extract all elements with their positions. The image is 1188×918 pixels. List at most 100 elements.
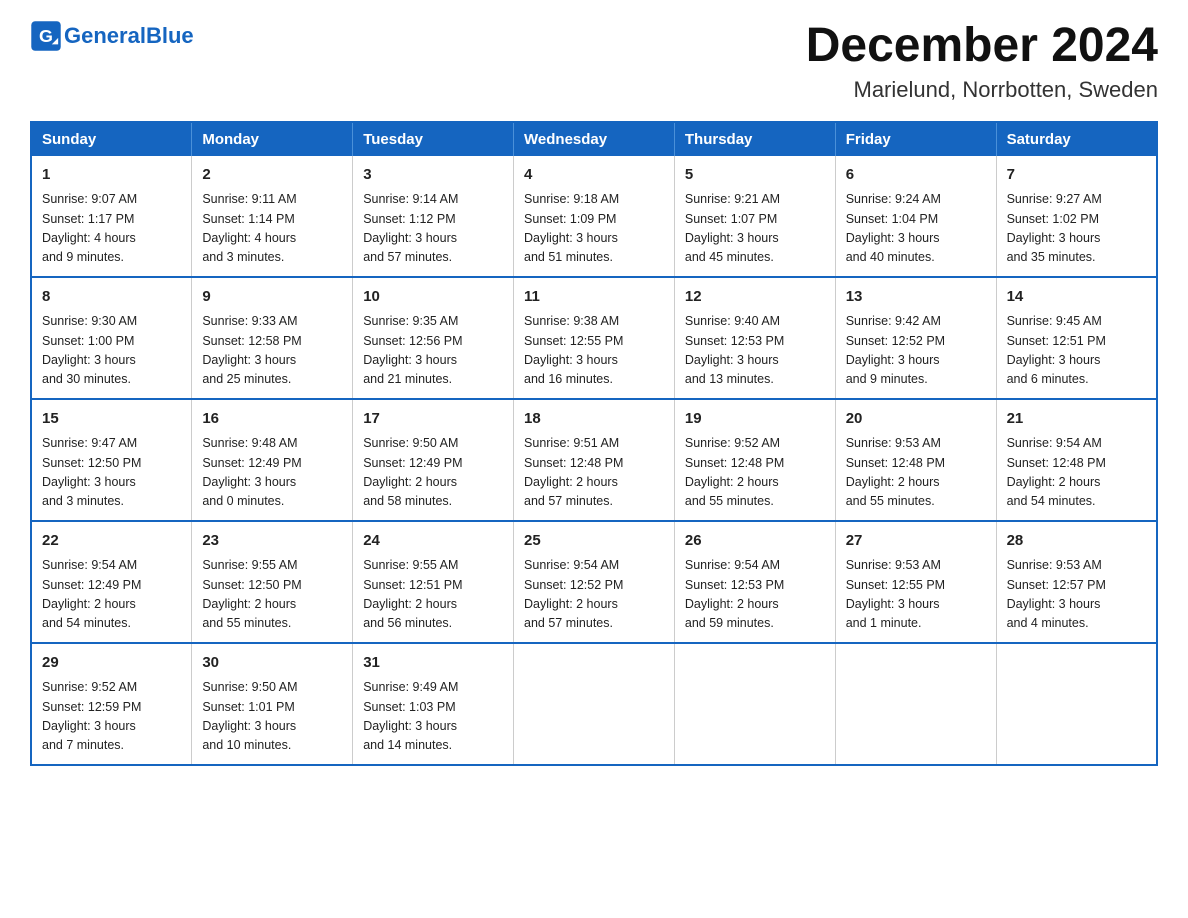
day-cell: 16 Sunrise: 9:48 AM Sunset: 12:49 PM Dayl… <box>192 399 353 521</box>
header: G GeneralBlue December 2024 Marielund, N… <box>30 20 1158 103</box>
day-number: 31 <box>363 652 503 675</box>
week-row-3: 15Sunrise: 9:47 AM Sunset: 12:50 PM Dayl… <box>31 399 1157 521</box>
header-cell-wednesday: Wednesday <box>514 122 675 156</box>
day-info: Sunrise: 9:54 AM Sunset: 12:52 PM Daylig… <box>524 556 664 634</box>
calendar-header: SundayMondayTuesdayWednesdayThursdayFrid… <box>31 122 1157 156</box>
day-info: Sunrise: 9:33 AM Sunset: 12:58 PM Daylig… <box>202 312 342 390</box>
day-cell: 4 Sunrise: 9:18 AM Sunset: 1:09 PM Daylig… <box>514 156 675 277</box>
day-info: Sunrise: 9:53 AM Sunset: 12:55 PM Daylig… <box>846 556 986 634</box>
day-cell: 10Sunrise: 9:35 AM Sunset: 12:56 PM Dayl… <box>353 277 514 399</box>
day-number: 26 <box>685 530 825 553</box>
day-cell: 12 Sunrise: 9:40 AM Sunset: 12:53 PM Dayl… <box>674 277 835 399</box>
day-cell: 21Sunrise: 9:54 AM Sunset: 12:48 PM Dayl… <box>996 399 1157 521</box>
day-info: Sunrise: 9:14 AM Sunset: 1:12 PM Dayligh… <box>363 190 503 268</box>
day-info: Sunrise: 9:52 AM Sunset: 12:48 PM Daylig… <box>685 434 825 512</box>
day-cell: 26 Sunrise: 9:54 AM Sunset: 12:53 PM Dayl… <box>674 521 835 643</box>
day-info: Sunrise: 9:49 AM Sunset: 1:03 PM Dayligh… <box>363 678 503 756</box>
day-cell: 22 Sunrise: 9:54 AM Sunset: 12:49 PM Dayl… <box>31 521 192 643</box>
logo-blue: Blue <box>146 23 194 48</box>
calendar-body: 1 Sunrise: 9:07 AM Sunset: 1:17 PM Daylig… <box>31 156 1157 765</box>
day-number: 18 <box>524 408 664 431</box>
day-info: Sunrise: 9:27 AM Sunset: 1:02 PM Dayligh… <box>1007 190 1146 268</box>
day-info: Sunrise: 9:30 AM Sunset: 1:00 PM Dayligh… <box>42 312 181 390</box>
day-cell <box>674 643 835 765</box>
day-info: Sunrise: 9:42 AM Sunset: 12:52 PM Daylig… <box>846 312 986 390</box>
day-number: 6 <box>846 164 986 187</box>
day-cell: 9Sunrise: 9:33 AM Sunset: 12:58 PM Dayli… <box>192 277 353 399</box>
header-cell-monday: Monday <box>192 122 353 156</box>
day-info: Sunrise: 9:52 AM Sunset: 12:59 PM Daylig… <box>42 678 181 756</box>
day-number: 25 <box>524 530 664 553</box>
day-info: Sunrise: 9:21 AM Sunset: 1:07 PM Dayligh… <box>685 190 825 268</box>
week-row-1: 1 Sunrise: 9:07 AM Sunset: 1:17 PM Daylig… <box>31 156 1157 277</box>
day-number: 14 <box>1007 286 1146 309</box>
day-cell: 8Sunrise: 9:30 AM Sunset: 1:00 PM Daylig… <box>31 277 192 399</box>
day-number: 7 <box>1007 164 1146 187</box>
day-number: 19 <box>685 408 825 431</box>
day-cell: 13Sunrise: 9:42 AM Sunset: 12:52 PM Dayl… <box>835 277 996 399</box>
day-cell: 17 Sunrise: 9:50 AM Sunset: 12:49 PM Dayl… <box>353 399 514 521</box>
day-info: Sunrise: 9:51 AM Sunset: 12:48 PM Daylig… <box>524 434 664 512</box>
header-cell-tuesday: Tuesday <box>353 122 514 156</box>
day-info: Sunrise: 9:54 AM Sunset: 12:49 PM Daylig… <box>42 556 181 634</box>
day-cell: 23Sunrise: 9:55 AM Sunset: 12:50 PM Dayl… <box>192 521 353 643</box>
day-info: Sunrise: 9:53 AM Sunset: 12:57 PM Daylig… <box>1007 556 1146 634</box>
day-info: Sunrise: 9:54 AM Sunset: 12:48 PM Daylig… <box>1007 434 1146 512</box>
day-number: 1 <box>42 164 181 187</box>
day-number: 5 <box>685 164 825 187</box>
day-info: Sunrise: 9:35 AM Sunset: 12:56 PM Daylig… <box>363 312 503 390</box>
day-cell <box>514 643 675 765</box>
header-row: SundayMondayTuesdayWednesdayThursdayFrid… <box>31 122 1157 156</box>
day-cell: 18 Sunrise: 9:51 AM Sunset: 12:48 PM Dayl… <box>514 399 675 521</box>
day-number: 22 <box>42 530 181 553</box>
day-cell: 2 Sunrise: 9:11 AM Sunset: 1:14 PM Daylig… <box>192 156 353 277</box>
week-row-5: 29 Sunrise: 9:52 AM Sunset: 12:59 PM Dayl… <box>31 643 1157 765</box>
day-info: Sunrise: 9:11 AM Sunset: 1:14 PM Dayligh… <box>202 190 342 268</box>
logo-icon: G <box>30 20 62 52</box>
day-cell: 7 Sunrise: 9:27 AM Sunset: 1:02 PM Daylig… <box>996 156 1157 277</box>
header-cell-sunday: Sunday <box>31 122 192 156</box>
day-info: Sunrise: 9:24 AM Sunset: 1:04 PM Dayligh… <box>846 190 986 268</box>
day-number: 17 <box>363 408 503 431</box>
day-number: 20 <box>846 408 986 431</box>
calendar-title: December 2024 <box>806 20 1158 73</box>
day-info: Sunrise: 9:45 AM Sunset: 12:51 PM Daylig… <box>1007 312 1146 390</box>
day-cell: 24Sunrise: 9:55 AM Sunset: 12:51 PM Dayl… <box>353 521 514 643</box>
svg-text:G: G <box>39 26 53 46</box>
day-cell: 19 Sunrise: 9:52 AM Sunset: 12:48 PM Dayl… <box>674 399 835 521</box>
logo-general: General <box>64 23 146 48</box>
day-number: 4 <box>524 164 664 187</box>
day-info: Sunrise: 9:07 AM Sunset: 1:17 PM Dayligh… <box>42 190 181 268</box>
day-info: Sunrise: 9:18 AM Sunset: 1:09 PM Dayligh… <box>524 190 664 268</box>
day-info: Sunrise: 9:50 AM Sunset: 12:49 PM Daylig… <box>363 434 503 512</box>
calendar-table: SundayMondayTuesdayWednesdayThursdayFrid… <box>30 121 1158 766</box>
day-number: 12 <box>685 286 825 309</box>
logo: G GeneralBlue <box>30 20 194 52</box>
day-number: 16 <box>202 408 342 431</box>
day-info: Sunrise: 9:50 AM Sunset: 1:01 PM Dayligh… <box>202 678 342 756</box>
day-number: 15 <box>42 408 181 431</box>
day-info: Sunrise: 9:55 AM Sunset: 12:50 PM Daylig… <box>202 556 342 634</box>
day-number: 3 <box>363 164 503 187</box>
day-cell: 27Sunrise: 9:53 AM Sunset: 12:55 PM Dayl… <box>835 521 996 643</box>
calendar-subtitle: Marielund, Norrbotten, Sweden <box>806 77 1158 103</box>
day-cell: 31 Sunrise: 9:49 AM Sunset: 1:03 PM Dayli… <box>353 643 514 765</box>
header-cell-saturday: Saturday <box>996 122 1157 156</box>
day-info: Sunrise: 9:54 AM Sunset: 12:53 PM Daylig… <box>685 556 825 634</box>
day-cell: 15Sunrise: 9:47 AM Sunset: 12:50 PM Dayl… <box>31 399 192 521</box>
day-info: Sunrise: 9:55 AM Sunset: 12:51 PM Daylig… <box>363 556 503 634</box>
day-number: 2 <box>202 164 342 187</box>
day-cell: 30Sunrise: 9:50 AM Sunset: 1:01 PM Dayli… <box>192 643 353 765</box>
day-number: 11 <box>524 286 664 309</box>
header-cell-friday: Friday <box>835 122 996 156</box>
day-info: Sunrise: 9:48 AM Sunset: 12:49 PM Daylig… <box>202 434 342 512</box>
day-number: 29 <box>42 652 181 675</box>
day-info: Sunrise: 9:53 AM Sunset: 12:48 PM Daylig… <box>846 434 986 512</box>
day-cell: 20 Sunrise: 9:53 AM Sunset: 12:48 PM Dayl… <box>835 399 996 521</box>
day-number: 28 <box>1007 530 1146 553</box>
day-cell <box>835 643 996 765</box>
day-info: Sunrise: 9:40 AM Sunset: 12:53 PM Daylig… <box>685 312 825 390</box>
day-cell: 5 Sunrise: 9:21 AM Sunset: 1:07 PM Daylig… <box>674 156 835 277</box>
title-area: December 2024 Marielund, Norrbotten, Swe… <box>806 20 1158 103</box>
day-cell <box>996 643 1157 765</box>
